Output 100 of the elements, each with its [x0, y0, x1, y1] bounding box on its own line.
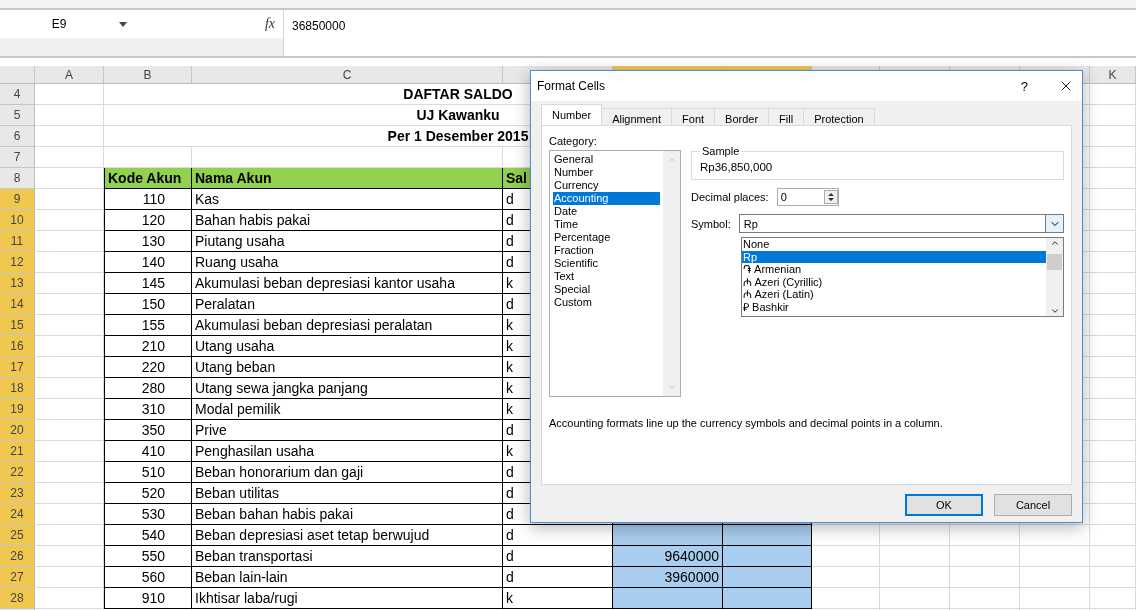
insert-function-button[interactable]: fx [264, 16, 275, 32]
row-header[interactable]: 24 [0, 504, 35, 525]
row-header[interactable]: 8 [0, 168, 35, 189]
table-cell: Beban lain-lain [192, 567, 503, 588]
row-header[interactable]: 12 [0, 252, 35, 273]
row-header[interactable]: 22 [0, 462, 35, 483]
table-cell: Utang sewa jangka panjang [192, 378, 503, 399]
column-header[interactable]: C [192, 66, 503, 84]
table-cell: Ruang usaha [192, 252, 503, 273]
table-cell: Penghasilan usaha [192, 441, 503, 462]
row-header[interactable]: 17 [0, 357, 35, 378]
category-item[interactable]: General [553, 153, 660, 166]
sample-value: Rp36,850,000 [700, 161, 774, 173]
column-header[interactable]: A [35, 66, 104, 84]
category-list[interactable]: General Number Currency Accounting Date Time Percentage Fraction Scientific Text Special Custom [549, 150, 681, 397]
table-cell: Kas [192, 189, 503, 210]
row-header[interactable]: 28 [0, 588, 35, 609]
dialog-tab[interactable]: Border [714, 108, 770, 125]
table-cell: 220 [104, 357, 192, 378]
table-cell: 510 [104, 462, 192, 483]
column-header[interactable]: B [104, 66, 192, 84]
dialog-tab[interactable]: Protection [803, 108, 875, 125]
name-box[interactable]: E9 [0, 10, 118, 38]
row-header[interactable]: 10 [0, 210, 35, 231]
row-header[interactable]: 5 [0, 105, 35, 126]
table-cell: 520 [104, 483, 192, 504]
table-header: Nama Akun [192, 168, 503, 189]
sample-label: Sample [701, 145, 741, 157]
table-cell: 550 [104, 546, 192, 567]
table-cell: 540 [104, 525, 192, 546]
row-header[interactable]: 18 [0, 378, 35, 399]
table-cell: d [503, 567, 613, 588]
table-cell: 910 [104, 588, 192, 609]
table-cell: 150 [104, 294, 192, 315]
decimal-places-label: Decimal places: [691, 191, 769, 203]
table-cell: Beban depresiasi aset tetap berwujud [192, 525, 503, 546]
table-cell: Beban honorarium dan gaji [192, 462, 503, 483]
dialog-tab[interactable]: Font [671, 108, 716, 125]
row-header[interactable]: 14 [0, 294, 35, 315]
cancel-button[interactable]: Cancel [994, 494, 1072, 516]
category-item[interactable]: Accounting [553, 192, 660, 205]
table-cell: 140 [104, 252, 192, 273]
table-cell: Bahan habis pakai [192, 210, 503, 231]
row-header[interactable]: 7 [0, 147, 35, 168]
row-header[interactable]: 27 [0, 567, 35, 588]
row-header[interactable]: 25 [0, 525, 35, 546]
table-cell: Beban bahan habis pakai [192, 504, 503, 525]
table-cell: 530 [104, 504, 192, 525]
table-cell: 210 [104, 336, 192, 357]
table-cell: k [503, 588, 613, 609]
ok-button[interactable]: OK [905, 494, 983, 516]
row-header[interactable]: 21 [0, 441, 35, 462]
table-cell: Modal pemilik [192, 399, 503, 420]
table-cell: Beban transportasi [192, 546, 503, 567]
table-cell: 9640000 [613, 546, 723, 567]
table-cell: 410 [104, 441, 192, 462]
table-cell: 350 [104, 420, 192, 441]
row-header[interactable]: 11 [0, 231, 35, 252]
row-header[interactable]: 9 [0, 189, 35, 210]
table-cell: Akumulasi beban depresiasi kantor usaha [192, 273, 503, 294]
dialog-tab[interactable]: Fill [768, 108, 805, 125]
table-cell: d [503, 546, 613, 567]
row-header[interactable]: 20 [0, 420, 35, 441]
table-cell: Beban utilitas [192, 483, 503, 504]
symbol-label: Symbol: [691, 217, 731, 230]
table-cell: 155 [104, 315, 192, 336]
table-cell: 130 [104, 231, 192, 252]
column-header[interactable]: K [1090, 66, 1136, 84]
table-cell: Peralatan [192, 294, 503, 315]
formula-input[interactable]: 36850000 [283, 10, 1136, 56]
spinner-icon[interactable] [823, 190, 838, 204]
row-header[interactable]: 16 [0, 336, 35, 357]
row-header[interactable]: 26 [0, 546, 35, 567]
dialog-tab[interactable]: Number [541, 104, 603, 125]
table-cell: Akumulasi beban depresiasi peralatan [192, 315, 503, 336]
table-cell: 120 [104, 210, 192, 231]
table-cell: Utang beban [192, 357, 503, 378]
symbol-dropdown[interactable]: Rp [738, 214, 1064, 233]
row-header[interactable]: 23 [0, 483, 35, 504]
table-cell: 310 [104, 399, 192, 420]
row-header[interactable]: 13 [0, 273, 35, 294]
table-cell: 3960000 [613, 567, 723, 588]
decimal-places-field[interactable]: 0 [776, 188, 839, 206]
table-header: Kode Akun [104, 168, 192, 189]
table-cell: 145 [104, 273, 192, 294]
symbol-list[interactable]: None Rp ֏ Armenian ₼ Azeri (Cyrillic) ₼ Azeri (Latin) ₽ Bashkir [741, 237, 1064, 317]
table-cell: d [503, 525, 613, 546]
row-header[interactable]: 6 [0, 126, 35, 147]
row-header[interactable]: 4 [0, 84, 35, 105]
table-cell: Ikhtisar laba/rugi [192, 588, 503, 609]
table-cell: Utang usaha [192, 336, 503, 357]
help-button[interactable]: ? [1020, 78, 1028, 94]
dialog-tab[interactable]: Alignment [601, 108, 673, 125]
scroll-down-icon[interactable] [1049, 306, 1060, 316]
row-header[interactable]: 19 [0, 399, 35, 420]
scroll-up-icon[interactable] [1049, 238, 1060, 248]
table-cell: 110 [104, 189, 192, 210]
row-header[interactable]: 15 [0, 315, 35, 336]
scroll-thumb[interactable] [1047, 254, 1062, 270]
table-cell: Prive [192, 420, 503, 441]
